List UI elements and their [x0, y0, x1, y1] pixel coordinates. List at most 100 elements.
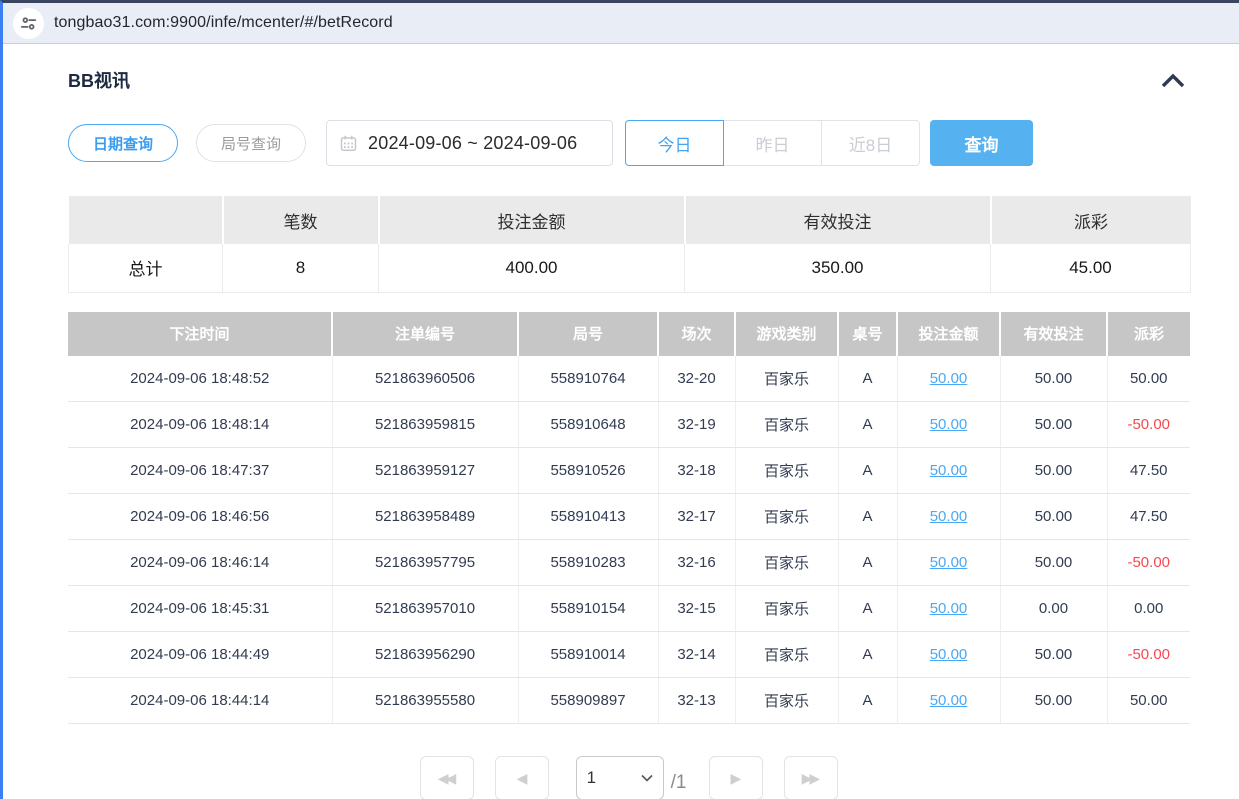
chevron-down-icon [641, 774, 653, 782]
cell-bet-time: 2024-09-06 18:47:37 [68, 448, 332, 494]
header-game-type: 游戏类别 [735, 312, 838, 356]
date-query-tab[interactable]: 日期查询 [68, 124, 178, 162]
cell-bet-time: 2024-09-06 18:45:31 [68, 586, 332, 632]
cell-payout: 47.50 [1107, 494, 1190, 540]
prev-page-button[interactable]: ◀ [495, 756, 549, 799]
cell-game-type: 百家乐 [735, 678, 838, 724]
cell-payout: -50.00 [1107, 540, 1190, 586]
cell-session: 32-14 [658, 632, 735, 678]
bet-amount-link[interactable]: 50.00 [930, 462, 968, 479]
header-table-no: 桌号 [838, 312, 897, 356]
cell-round-no: 558910014 [518, 632, 658, 678]
cell-round-no: 558910154 [518, 586, 658, 632]
cell-order-no: 521863957010 [332, 586, 518, 632]
cell-game-type: 百家乐 [735, 540, 838, 586]
cell-order-no: 521863959815 [332, 402, 518, 448]
header-order-no: 注单编号 [332, 312, 518, 356]
cell-game-type: 百家乐 [735, 494, 838, 540]
cell-bet-amount: 50.00 [897, 540, 1000, 586]
page-select-value: 1 [587, 768, 641, 788]
cell-bet-amount: 50.00 [897, 402, 1000, 448]
round-query-tab[interactable]: 局号查询 [196, 124, 306, 162]
summary-total-count: 8 [223, 244, 379, 292]
cell-round-no: 558910283 [518, 540, 658, 586]
cell-session: 32-18 [658, 448, 735, 494]
page-select[interactable]: 1 [576, 756, 664, 799]
bet-amount-link[interactable]: 50.00 [930, 692, 968, 709]
cell-table-no: A [838, 632, 897, 678]
cell-game-type: 百家乐 [735, 448, 838, 494]
summary-header-count: 笔数 [223, 196, 379, 244]
quick-last8days-button[interactable]: 近8日 [821, 120, 920, 166]
table-row: 2024-09-06 18:46:56 521863958489 5589104… [68, 494, 1190, 540]
cell-bet-amount: 50.00 [897, 632, 1000, 678]
cell-game-type: 百家乐 [735, 586, 838, 632]
cell-game-type: 百家乐 [735, 632, 838, 678]
cell-valid-bet: 50.00 [1000, 632, 1107, 678]
cell-order-no: 521863958489 [332, 494, 518, 540]
summary-table: 笔数 投注金额 有效投注 派彩 总计 8 400.00 350.00 45.00 [68, 196, 1191, 293]
cell-bet-time: 2024-09-06 18:46:56 [68, 494, 332, 540]
summary-header-blank [69, 196, 223, 244]
cell-payout: 50.00 [1107, 356, 1190, 402]
table-row: 2024-09-06 18:44:49 521863956290 5589100… [68, 632, 1190, 678]
cell-valid-bet: 50.00 [1000, 494, 1107, 540]
date-range-input[interactable]: 2024-09-06 ~ 2024-09-06 [326, 120, 613, 166]
cell-order-no: 521863959127 [332, 448, 518, 494]
cell-order-no: 521863955580 [332, 678, 518, 724]
bet-amount-link[interactable]: 50.00 [930, 416, 968, 433]
next-page-button[interactable]: ▶ [709, 756, 763, 799]
bet-amount-link[interactable]: 50.00 [930, 646, 968, 663]
cell-table-no: A [838, 402, 897, 448]
cell-payout: 0.00 [1107, 586, 1190, 632]
summary-header-bet-amount: 投注金额 [379, 196, 685, 244]
bet-amount-link[interactable]: 50.00 [930, 370, 968, 387]
chevron-left-icon: ◀ [517, 770, 528, 787]
last-page-button[interactable]: ▶▶ [784, 756, 838, 799]
cell-bet-time: 2024-09-06 18:48:14 [68, 402, 332, 448]
bet-amount-link[interactable]: 50.00 [930, 508, 968, 525]
cell-payout: 47.50 [1107, 448, 1190, 494]
summary-total-row: 总计 8 400.00 350.00 45.00 [69, 244, 1191, 292]
search-button[interactable]: 查询 [930, 120, 1033, 166]
cell-session: 32-15 [658, 586, 735, 632]
table-row: 2024-09-06 18:45:31 521863957010 5589101… [68, 586, 1190, 632]
url-text[interactable]: tongbao31.com:9900/infe/mcenter/#/betRec… [54, 14, 393, 32]
cell-bet-time: 2024-09-06 18:46:14 [68, 540, 332, 586]
header-bet-time: 下注时间 [68, 312, 332, 356]
cell-bet-amount: 50.00 [897, 356, 1000, 402]
summary-total-valid-bet: 350.00 [685, 244, 991, 292]
quick-today-button[interactable]: 今日 [625, 120, 724, 166]
cell-order-no: 521863960506 [332, 356, 518, 402]
chevron-right-icon: ▶ [731, 770, 742, 787]
cell-table-no: A [838, 448, 897, 494]
total-pages-label: /1 [671, 762, 687, 794]
cell-round-no: 558910764 [518, 356, 658, 402]
collapse-panel-button[interactable] [1160, 72, 1190, 89]
calendar-icon [340, 135, 357, 152]
summary-header-valid-bet: 有效投注 [685, 196, 991, 244]
bet-amount-link[interactable]: 50.00 [930, 600, 968, 617]
cell-game-type: 百家乐 [735, 356, 838, 402]
quick-yesterday-button[interactable]: 昨日 [723, 120, 822, 166]
table-header-row: 下注时间 注单编号 局号 场次 游戏类别 桌号 投注金额 有效投注 派彩 [68, 312, 1190, 356]
first-page-button[interactable]: ◀◀ [420, 756, 474, 799]
header-bet-amount: 投注金额 [897, 312, 1000, 356]
cell-session: 32-20 [658, 356, 735, 402]
summary-total-payout: 45.00 [991, 244, 1191, 292]
table-row: 2024-09-06 18:46:14 521863957795 5589102… [68, 540, 1190, 586]
site-settings-icon[interactable] [13, 8, 44, 39]
cell-session: 32-17 [658, 494, 735, 540]
cell-order-no: 521863957795 [332, 540, 518, 586]
cell-payout: -50.00 [1107, 402, 1190, 448]
bet-records-table: 下注时间 注单编号 局号 场次 游戏类别 桌号 投注金额 有效投注 派彩 202… [68, 312, 1190, 725]
cell-session: 32-16 [658, 540, 735, 586]
cell-bet-amount: 50.00 [897, 586, 1000, 632]
browser-url-bar[interactable]: tongbao31.com:9900/infe/mcenter/#/betRec… [3, 3, 1239, 44]
cell-table-no: A [838, 678, 897, 724]
cell-round-no: 558909897 [518, 678, 658, 724]
header-round-no: 局号 [518, 312, 658, 356]
cell-table-no: A [838, 494, 897, 540]
cell-payout: -50.00 [1107, 632, 1190, 678]
bet-amount-link[interactable]: 50.00 [930, 554, 968, 571]
